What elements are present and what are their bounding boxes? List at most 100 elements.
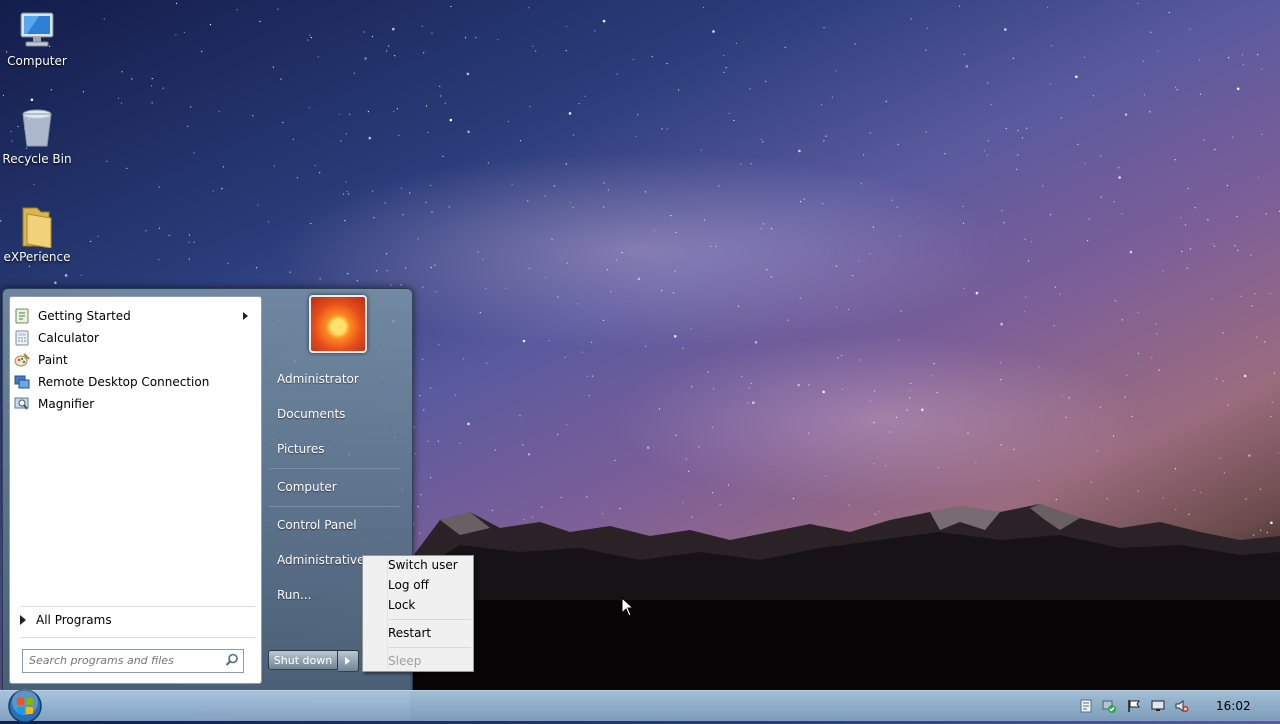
star [1248,454,1251,457]
star [703,219,706,221]
star [422,358,424,360]
star [1261,133,1263,135]
user-avatar[interactable] [309,295,367,353]
display-icon[interactable] [1151,699,1165,713]
right-item-documents[interactable]: Documents [277,407,345,421]
taskbar-clock[interactable]: 16:02 [1216,699,1251,713]
star [1017,154,1019,156]
star [770,276,772,278]
star [725,67,727,69]
star [528,7,530,9]
right-item-administrator[interactable]: Administrator [277,372,359,386]
star [175,34,177,36]
shutdown-button[interactable]: Shut down [268,650,338,670]
star [1245,498,1247,500]
star [606,269,609,271]
star [873,463,875,465]
search-icon[interactable] [225,653,239,667]
star [808,432,810,434]
star [691,516,693,518]
star [911,546,913,549]
star [405,267,407,269]
shutdown-options-arrow[interactable] [338,650,359,672]
menu-item-switch-user[interactable]: Switch user [388,558,458,572]
desktop-icon-recycle-bin[interactable]: Recycle Bin [0,106,74,166]
star [1254,293,1256,295]
star [821,104,823,106]
star [711,492,714,494]
star [373,217,375,219]
star [168,234,170,236]
search-box[interactable] [22,649,244,673]
right-item-administrative-tools[interactable]: Administrative T [277,553,376,567]
star [1268,551,1270,553]
star [700,149,702,151]
star [1158,369,1160,371]
star [448,206,450,208]
star [1215,378,1217,380]
menu-item-log-off[interactable]: Log off [388,578,429,592]
star [319,172,321,174]
star [414,453,416,455]
folder-icon [22,207,52,248]
star [417,238,419,240]
star [832,536,834,538]
right-item-computer[interactable]: Computer [277,480,337,494]
star [345,133,347,135]
program-calculator[interactable]: Calculator [14,328,254,348]
star [909,390,911,392]
star [467,422,470,426]
right-item-pictures[interactable]: Pictures [277,442,325,456]
star [986,154,988,156]
right-item-run[interactable]: Run... [277,588,311,602]
network-icon[interactable] [1079,699,1093,713]
star [126,167,128,169]
star [1026,127,1028,129]
star [635,135,637,138]
star [754,341,758,344]
menu-item-lock[interactable]: Lock [388,598,415,612]
star [292,138,294,140]
star [623,531,627,534]
start-orb-icon[interactable] [7,688,43,724]
program-paint[interactable]: Paint [14,350,254,370]
star [1037,535,1039,537]
menu-item-restart[interactable]: Restart [388,626,431,640]
star [425,201,427,203]
star [702,7,705,9]
star [808,384,810,386]
star [910,382,912,384]
speaker-muted-icon[interactable] [1175,699,1189,713]
star [430,266,432,269]
star [423,409,425,411]
star [825,135,827,137]
star [1003,222,1005,224]
star [1025,296,1027,298]
star [910,18,912,20]
star [1000,444,1002,446]
action-center-flag-icon[interactable] [1127,699,1141,713]
right-item-control-panel[interactable]: Control Panel [277,518,357,532]
star [409,192,411,194]
star [784,558,787,560]
program-magnifier[interactable]: Magnifier [14,394,254,414]
program-getting-started[interactable]: Getting Started [14,306,254,326]
star [1100,155,1102,157]
expand-arrow-icon [20,615,26,625]
desktop-icon-experience[interactable]: eXPerience [0,204,74,264]
star [419,395,421,397]
star [926,27,929,29]
star [1027,260,1030,262]
star [459,442,461,444]
star [1049,83,1051,85]
star [1151,357,1153,359]
security-icon[interactable] [1102,699,1116,713]
search-input[interactable] [23,650,217,670]
star [1001,210,1003,212]
all-programs-button[interactable]: All Programs [20,613,112,627]
program-remote-desktop[interactable]: Remote Desktop Connection [14,372,254,392]
star [847,308,850,311]
star [450,5,452,8]
desktop-icon-computer[interactable]: Computer [0,8,74,68]
star [545,277,547,279]
